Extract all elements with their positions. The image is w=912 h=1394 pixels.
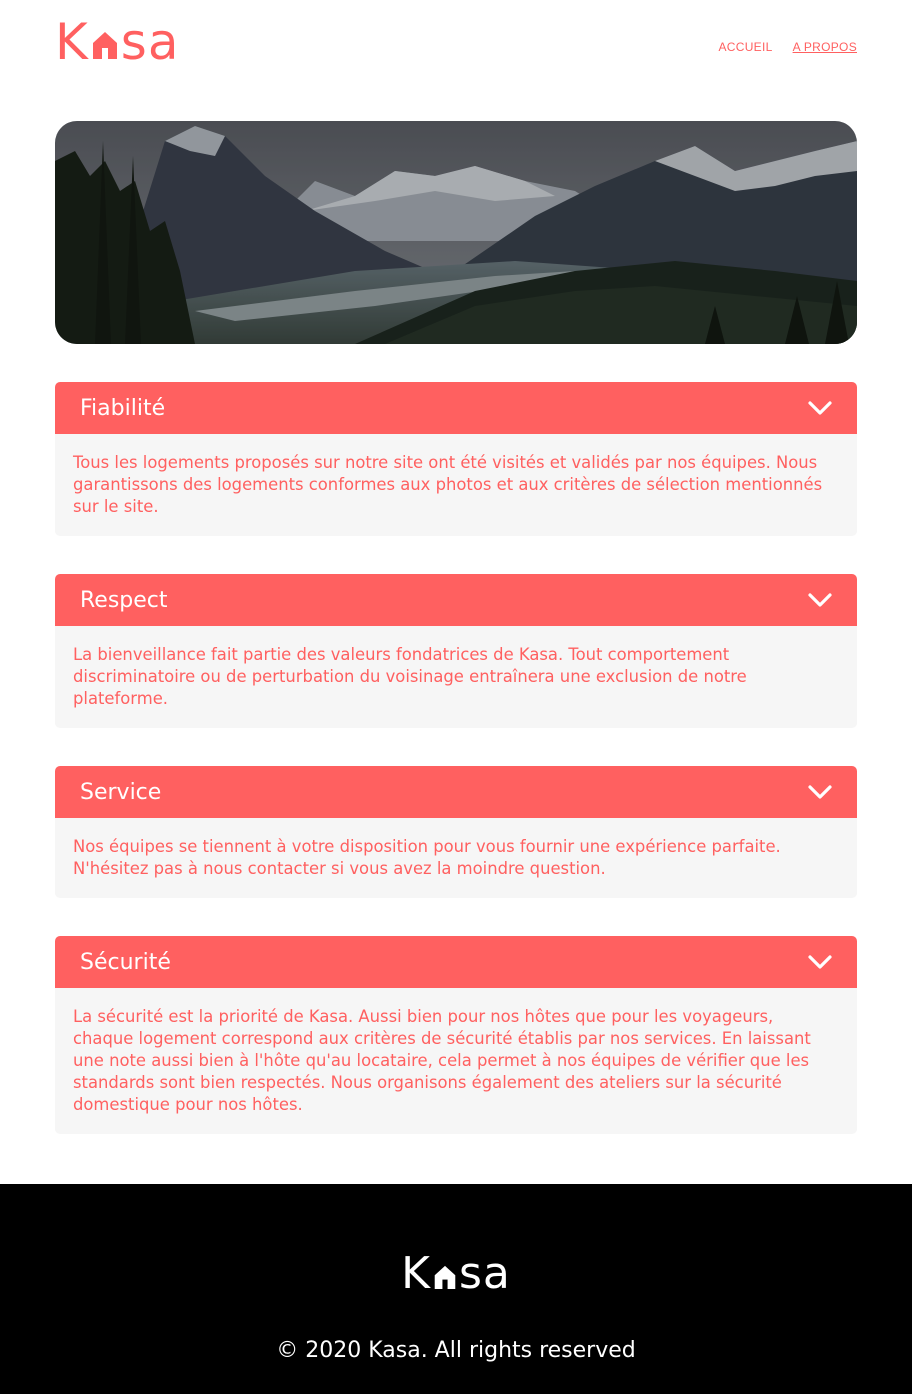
- collapse-header-securite[interactable]: Sécurité: [55, 936, 857, 988]
- header-logo[interactable]: K sa: [55, 13, 180, 71]
- hero-banner: [55, 121, 857, 344]
- collapse-header-respect[interactable]: Respect: [55, 574, 857, 626]
- collapse-content: La sécurité est la priorité de Kasa. Aus…: [55, 988, 857, 1134]
- site-header: K sa ACCUEIL A PROPOS: [55, 13, 857, 71]
- mountain-landscape-image: [55, 121, 857, 344]
- house-icon: [434, 1265, 456, 1289]
- collapse-header-service[interactable]: Service: [55, 766, 857, 818]
- main-nav: ACCUEIL A PROPOS: [718, 40, 857, 54]
- nav-a-propos[interactable]: A PROPOS: [793, 40, 857, 54]
- collapse-securite: Sécurité La sécurité est la priorité de …: [55, 936, 857, 1134]
- nav-accueil[interactable]: ACCUEIL: [718, 40, 772, 54]
- collapse-title: Service: [80, 779, 162, 805]
- footer-logo: K sa: [0, 1252, 912, 1296]
- collapse-content: Tous les logements proposés sur notre si…: [55, 434, 857, 536]
- logo-letters-sa: sa: [120, 13, 180, 71]
- house-icon: [92, 32, 117, 59]
- site-footer: K sa © 2020 Kasa. All rights reserved: [0, 1184, 912, 1394]
- collapse-service: Service Nos équipes se tiennent à votre …: [55, 766, 857, 898]
- collapse-content: Nos équipes se tiennent à votre disposit…: [55, 818, 857, 898]
- chevron-down-icon[interactable]: [807, 592, 833, 608]
- chevron-down-icon[interactable]: [807, 954, 833, 970]
- copyright-text: © 2020 Kasa. All rights reserved: [276, 1338, 636, 1363]
- logo-letter-k: K: [55, 13, 89, 71]
- chevron-down-icon[interactable]: [807, 784, 833, 800]
- collapse-title: Respect: [80, 587, 168, 613]
- logo-letters-sa: sa: [458, 1248, 511, 1299]
- collapse-header-fiabilite[interactable]: Fiabilité: [55, 382, 857, 434]
- logo-letter-k: K: [401, 1248, 431, 1299]
- chevron-down-icon[interactable]: [807, 400, 833, 416]
- collapse-content: La bienveillance fait partie des valeurs…: [55, 626, 857, 728]
- collapse-title: Fiabilité: [80, 395, 166, 421]
- collapse-respect: Respect La bienveillance fait partie des…: [55, 574, 857, 728]
- collapse-title: Sécurité: [80, 949, 171, 975]
- collapse-fiabilite: Fiabilité Tous les logements proposés su…: [55, 382, 857, 536]
